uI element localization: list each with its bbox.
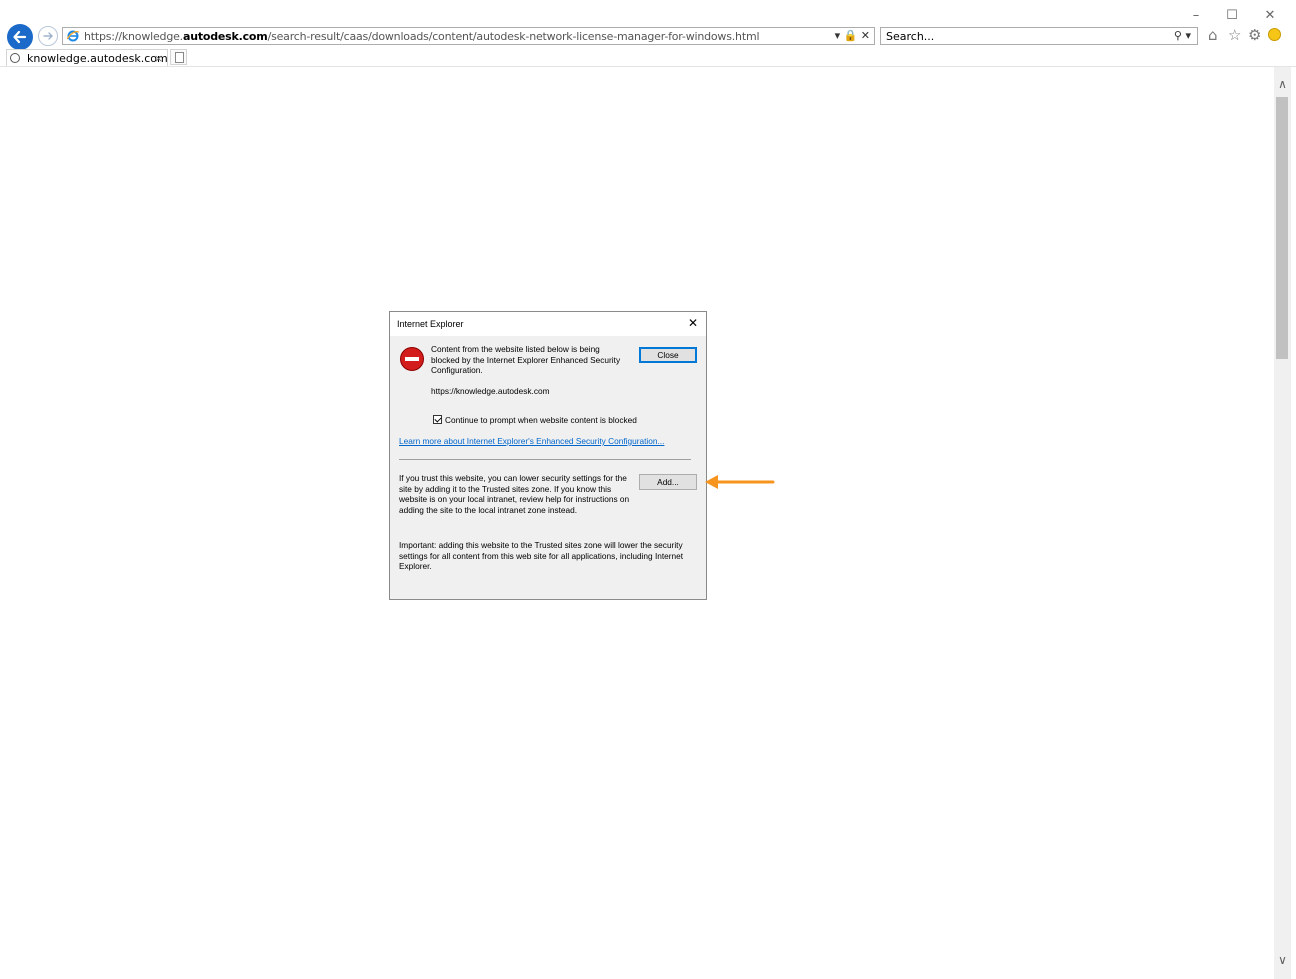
learn-more-link[interactable]: Learn more about Internet Explorer's Enh… [399,436,664,446]
dialog-title: Internet Explorer [397,319,464,329]
continue-prompt-checkbox[interactable] [433,415,442,424]
feedback-smiley-icon[interactable] [1268,28,1281,41]
window-close-button[interactable]: ✕ [1260,8,1280,23]
dialog-close-icon[interactable]: ✕ [688,316,698,330]
favorites-star-icon[interactable]: ☆ [1228,26,1241,44]
continue-prompt-label[interactable]: Continue to prompt when website content … [445,415,637,425]
blocked-message: Content from the website listed below is… [431,344,621,375]
annotation-arrow-icon [705,475,775,489]
chrome-divider [0,66,1296,67]
tab-knowledge-autodesk[interactable]: knowledge.autodesk.com × [6,49,168,67]
search-placeholder: Search... [886,30,935,43]
home-icon[interactable]: ⌂ [1208,26,1218,44]
loading-spinner-icon [10,53,20,63]
url-subdomain: knowledge. [121,30,183,43]
forward-button[interactable] [38,26,58,46]
address-controls[interactable]: ▾ 🔒 ✕ [835,29,870,42]
new-tab-button[interactable] [170,49,187,65]
trust-instructions: If you trust this website, you can lower… [399,473,630,515]
dialog-titlebar: Internet Explorer ✕ [390,312,706,336]
scroll-down-icon[interactable]: ∨ [1274,953,1291,967]
tab-title: knowledge.autodesk.com [27,52,168,65]
search-icon[interactable]: ⚲ ▾ [1174,29,1191,42]
maximize-button[interactable]: ☐ [1222,8,1242,23]
blocked-stop-icon [400,347,424,371]
forward-arrow-icon [43,32,53,40]
back-button[interactable] [7,24,33,50]
minimize-button[interactable]: – [1186,8,1206,23]
vertical-scrollbar[interactable]: ∧ ∨ [1274,67,1291,979]
url-scheme: https:// [84,30,122,43]
tab-close-icon[interactable]: × [154,52,163,65]
scroll-up-icon[interactable]: ∧ [1274,77,1291,91]
ie-logo-icon [67,30,79,42]
search-input[interactable]: Search... ⚲ ▾ [880,27,1198,45]
browser-chrome: – ☐ ✕ https://knowledge.autodesk.com/sea… [0,0,1296,67]
scroll-thumb[interactable] [1276,97,1288,359]
important-warning: Important: adding this website to the Tr… [399,540,684,571]
url-text[interactable]: https://knowledge.autodesk.com/search-re… [84,30,760,43]
url-path: /search-result/caas/downloads/content/au… [267,30,760,43]
url-host: autodesk.com [182,30,268,43]
security-dialog: Internet Explorer ✕ Content from the web… [389,311,707,600]
dialog-divider [399,459,691,460]
blocked-site-url: https://knowledge.autodesk.com [431,386,550,396]
settings-gear-icon[interactable]: ⚙ [1248,26,1261,44]
add-button[interactable]: Add... [639,474,697,490]
back-arrow-icon [13,30,27,44]
address-bar[interactable]: https://knowledge.autodesk.com/search-re… [62,27,875,45]
close-button[interactable]: Close [639,347,697,363]
